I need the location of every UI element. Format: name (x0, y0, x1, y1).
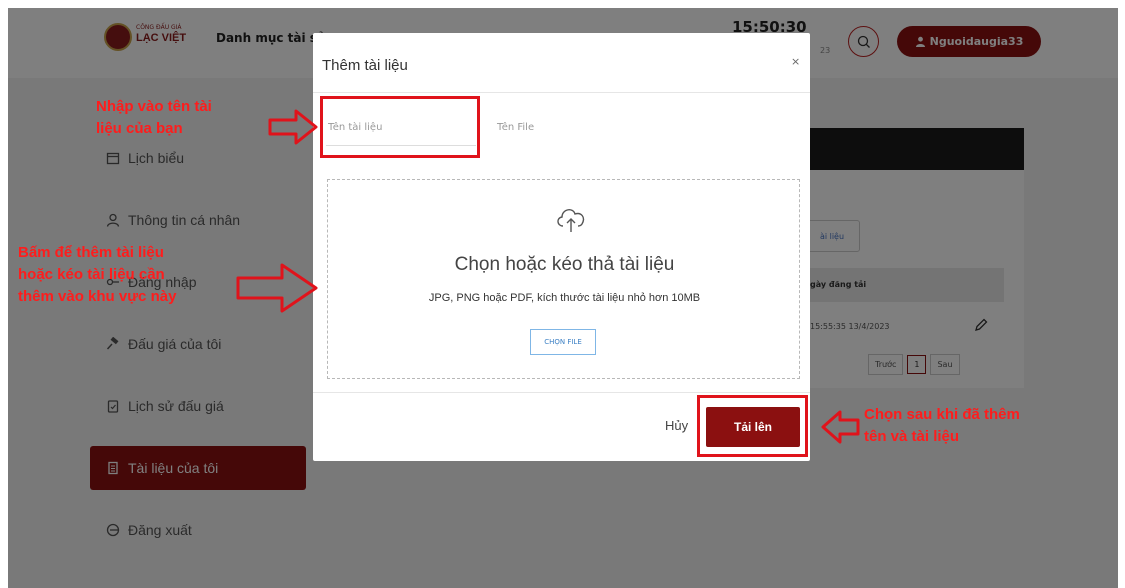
arrow-left-icon (821, 410, 860, 444)
arrow-right-icon (236, 263, 318, 313)
file-name-label: Tên File (497, 122, 535, 133)
choose-file-button[interactable]: CHỌN FILE (530, 329, 596, 355)
dropzone-title: Chọn hoặc kéo thả tài liệu (454, 254, 675, 275)
annotation-line: Nhập vào tên tài (96, 98, 212, 115)
cancel-button[interactable]: Hủy (665, 418, 688, 433)
highlight-name-input (320, 96, 480, 158)
annotation-name-note: Nhập vào tên tài liệu của bạn (96, 96, 212, 140)
cloud-upload-icon (557, 209, 585, 232)
divider (313, 92, 810, 93)
arrow-right-icon (268, 109, 318, 145)
dropzone-subtitle: JPG, PNG hoặc PDF, kích thước tài liệu n… (428, 292, 701, 304)
annotation-line: Bấm để thêm tài liệu (18, 244, 164, 261)
dialog-title: Thêm tài liệu (322, 57, 408, 74)
divider (313, 392, 810, 393)
annotation-upload-note: Chọn sau khi đã thêm tên và tài liệu (864, 404, 1020, 448)
annotation-line: tên và tài liệu (864, 428, 960, 445)
annotation-line: hoặc kéo tài liệu cần (18, 266, 165, 283)
close-icon[interactable]: × (791, 55, 800, 68)
annotation-dropzone-note: Bấm để thêm tài liệu hoặc kéo tài liệu c… (18, 242, 176, 308)
annotation-line: thêm vào khu vực này (18, 288, 177, 305)
highlight-upload-button (697, 395, 808, 457)
file-dropzone[interactable]: Chọn hoặc kéo thả tài liệu JPG, PNG hoặc… (327, 179, 800, 379)
annotation-line: Chọn sau khi đã thêm (864, 406, 1020, 423)
annotation-line: liệu của bạn (96, 120, 183, 137)
